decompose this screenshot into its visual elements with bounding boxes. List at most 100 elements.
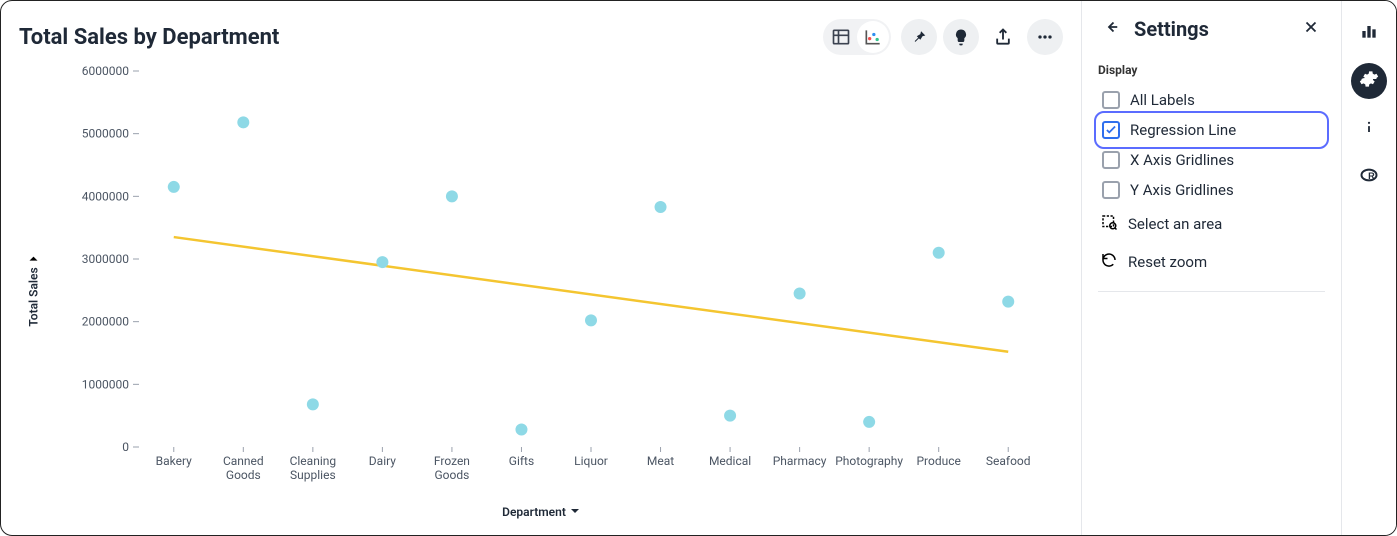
pin-button[interactable]: [901, 19, 937, 55]
y-axis-label: Total Sales: [26, 267, 40, 326]
x-tick-label: Goods: [435, 468, 470, 482]
settings-close-button[interactable]: [1297, 15, 1325, 43]
x-tick-label: Gifts: [509, 454, 534, 468]
reset-zoom-label: Reset zoom: [1128, 253, 1207, 271]
rail-r-button[interactable]: R: [1351, 159, 1387, 195]
x-tick-label: Goods: [226, 468, 261, 482]
header-row: Total Sales by Department: [19, 19, 1063, 55]
checkbox-all_labels[interactable]: All Labels: [1098, 85, 1325, 115]
checkbox-box: [1102, 151, 1120, 169]
data-point[interactable]: [933, 247, 945, 259]
checkbox-regression_line[interactable]: Regression Line: [1098, 115, 1325, 145]
more-button[interactable]: [1027, 19, 1063, 55]
r-logo-icon: R: [1359, 165, 1379, 189]
reset-zoom-action[interactable]: Reset zoom: [1098, 243, 1325, 281]
x-tick-label: Canned: [223, 454, 264, 468]
settings-panel: Settings Display All Labels Regression Li…: [1082, 1, 1342, 535]
table-view-toggle[interactable]: [825, 21, 857, 53]
gear-icon: [1359, 69, 1379, 93]
bar-chart-icon: [1359, 21, 1379, 45]
reset-icon: [1100, 251, 1118, 273]
select-area-action[interactable]: Select an area: [1098, 205, 1325, 243]
chart-title: Total Sales by Department: [19, 25, 279, 50]
checkbox-label: Regression Line: [1130, 121, 1236, 139]
lightbulb-icon: [951, 27, 971, 47]
y-tick-label: 2000000: [82, 315, 129, 329]
table-icon: [831, 27, 851, 47]
chart-wrap: Total Sales 0 1000000 2000000 3000000 400000…: [19, 55, 1063, 525]
regression-line: [174, 237, 1008, 352]
data-point[interactable]: [863, 416, 875, 428]
divider: [1098, 291, 1325, 292]
data-point[interactable]: [168, 181, 180, 193]
view-toggle-group: [823, 19, 891, 55]
data-point[interactable]: [237, 116, 249, 128]
data-point[interactable]: [307, 398, 319, 410]
x-tick-label: Pharmacy: [773, 454, 827, 468]
data-point[interactable]: [724, 410, 736, 422]
close-icon: [1302, 18, 1320, 40]
checkbox-box: [1102, 91, 1120, 109]
data-point[interactable]: [376, 256, 388, 268]
scatter-chart-icon: [863, 27, 883, 47]
x-tick-label: Cleaning: [290, 454, 337, 468]
rail-chart-button[interactable]: [1351, 15, 1387, 51]
checkbox-label: X Axis Gridlines: [1130, 151, 1234, 169]
settings-back-button[interactable]: [1098, 15, 1126, 43]
data-point[interactable]: [446, 190, 458, 202]
y-tick-label: 4000000: [82, 189, 129, 203]
main-area: Total Sales by Department: [1, 1, 1082, 535]
scatter-chart[interactable]: 0 1000000 2000000 3000000 4000000 5000000 6000…: [49, 55, 1063, 497]
x-tick-label: Bakery: [156, 454, 193, 468]
select-area-label: Select an area: [1128, 215, 1222, 233]
svg-text:R: R: [1368, 171, 1375, 181]
rail-settings-button[interactable]: [1351, 63, 1387, 99]
x-tick-label: Supplies: [290, 468, 336, 482]
data-point[interactable]: [794, 287, 806, 299]
y-tick-label: 5000000: [82, 127, 129, 141]
settings-header: Settings: [1098, 15, 1325, 57]
chevron-down-icon: [570, 505, 580, 519]
checkbox-y_gridlines[interactable]: Y Axis Gridlines: [1098, 175, 1325, 205]
checkbox-label: All Labels: [1130, 91, 1195, 109]
y-axis-label-group[interactable]: Total Sales: [24, 253, 43, 326]
settings-title: Settings: [1134, 17, 1209, 41]
right-rail: R: [1342, 1, 1396, 535]
chevron-right-icon: [24, 253, 43, 263]
x-tick-label: Liquor: [574, 454, 608, 468]
display-section-label: Display: [1098, 63, 1325, 77]
zoom-area-icon: [1100, 213, 1118, 235]
x-tick-label: Photography: [835, 454, 903, 468]
data-point[interactable]: [515, 423, 527, 435]
x-tick-label: Frozen: [434, 454, 470, 468]
settings-display-section: Display All Labels Regression Line X Axis …: [1098, 63, 1325, 292]
checkbox-box: [1102, 181, 1120, 199]
share-button[interactable]: [985, 19, 1021, 55]
x-tick-label: Produce: [916, 454, 960, 468]
info-icon: [1359, 117, 1379, 141]
x-tick-label: Dairy: [369, 454, 396, 468]
checkbox-box: [1102, 121, 1120, 139]
data-point[interactable]: [585, 314, 597, 326]
chart-view-toggle[interactable]: [857, 21, 889, 53]
checkbox-list: All Labels Regression Line X Axis Gridline…: [1098, 85, 1325, 205]
x-tick-label: Medical: [709, 454, 751, 468]
rail-info-button[interactable]: [1351, 111, 1387, 147]
x-tick-label: Meat: [647, 454, 674, 468]
checkbox-x_gridlines[interactable]: X Axis Gridlines: [1098, 145, 1325, 175]
checkbox-label: Y Axis Gridlines: [1130, 181, 1234, 199]
y-tick-label: 1000000: [82, 377, 129, 391]
more-horizontal-icon: [1035, 27, 1055, 47]
y-tick-label: 6000000: [82, 64, 129, 78]
x-tick-label: Seafood: [986, 454, 1031, 468]
x-axis-label: Department: [502, 505, 566, 519]
data-point[interactable]: [1002, 296, 1014, 308]
pin-icon: [909, 27, 929, 47]
share-icon: [993, 27, 1013, 47]
x-axis-label-group[interactable]: Department: [19, 505, 1063, 519]
insight-button[interactable]: [943, 19, 979, 55]
y-tick-label: 0: [122, 440, 129, 454]
data-point[interactable]: [655, 201, 667, 213]
y-tick-label: 3000000: [82, 252, 129, 266]
app-window: Total Sales by Department: [0, 0, 1397, 536]
